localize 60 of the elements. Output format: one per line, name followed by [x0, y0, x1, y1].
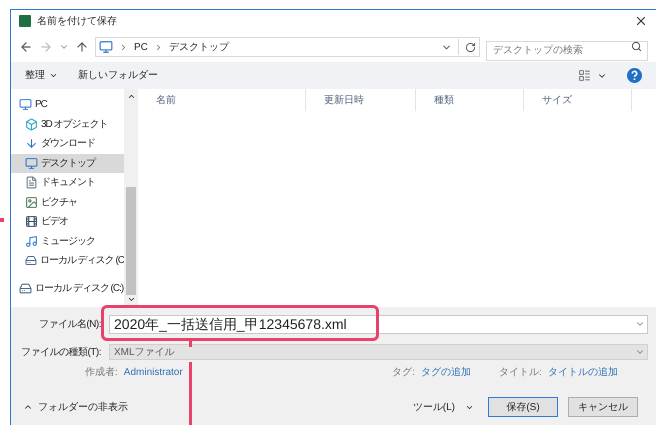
cube-icon [25, 118, 38, 131]
monitor-icon [25, 156, 38, 170]
scroll-up-icon[interactable] [126, 92, 136, 101]
sidebar-item[interactable]: PC [11, 95, 124, 114]
arrow-tip-mark [0, 218, 4, 222]
monitor-icon [99, 40, 113, 54]
window-title: 名前を付けて保存 [37, 14, 117, 28]
sidebar-item[interactable]: デスクトップ [11, 154, 124, 173]
metadata-label: タイトル: [499, 366, 542, 380]
sidebar-item[interactable]: ピクチャ [11, 192, 124, 212]
picture-icon [25, 196, 38, 209]
sidebar-item[interactable]: ローカル ディスク (C:) [11, 278, 124, 298]
organize-button[interactable]: 整理 [25, 68, 58, 83]
close-icon[interactable] [634, 14, 648, 28]
new-folder-button[interactable]: 新しいフォルダー [78, 68, 158, 83]
hide-folders-button[interactable]: フォルダーの非表示 [19, 400, 128, 414]
metadata-value[interactable]: Administrator [124, 364, 183, 380]
save-button[interactable]: 保存(S) [488, 397, 558, 417]
metadata-label: 作成者: [85, 366, 118, 380]
chevron-icon [119, 42, 128, 52]
column-header[interactable]: サイズ [524, 89, 632, 111]
metadata-label: タグ: [392, 366, 415, 380]
file-type-dropdown[interactable]: XMLファイル [109, 344, 648, 360]
document-icon [25, 176, 38, 190]
file-name-field[interactable]: 2020年_一括送信用_甲12345678.xml [109, 315, 648, 334]
metadata-value[interactable]: タグの追加 [421, 364, 471, 380]
column-header[interactable]: 更新日時 [306, 89, 416, 111]
column-header[interactable]: 名前 [138, 89, 306, 111]
field-label: ファイルの種類(T): [20, 346, 102, 360]
back-icon[interactable] [19, 40, 33, 54]
sidebar-item[interactable]: ローカル ディスク (C [11, 251, 124, 270]
sidebar-item[interactable]: ビデオ [11, 212, 124, 232]
search-icon [631, 41, 642, 52]
monitor-icon [19, 98, 32, 112]
sidebar-item[interactable]: ドキュメント [11, 173, 124, 192]
up-icon[interactable] [75, 40, 89, 54]
drive-icon [19, 282, 32, 295]
scroll-down-icon[interactable] [126, 295, 136, 304]
caret-icon [49, 71, 58, 80]
breadcrumb-item[interactable]: PC [134, 40, 148, 54]
column-header[interactable]: 種類 [416, 89, 524, 111]
refresh-icon[interactable] [465, 42, 476, 52]
tools-button[interactable]: ツール(L) [412, 400, 474, 414]
search-field[interactable]: デスクトップの検索 [486, 40, 648, 60]
address-field[interactable]: PC デスクトップ [95, 37, 480, 57]
drive-icon [25, 254, 37, 268]
help-icon[interactable] [627, 68, 642, 83]
field-label: ファイル名(N): [38, 318, 102, 332]
sidebar-item[interactable]: ミュージック [11, 232, 124, 251]
film-icon [25, 215, 38, 228]
breadcrumb-item[interactable]: デスクトップ [168, 40, 229, 54]
music-note-icon [25, 234, 38, 248]
sidebar-item[interactable]: ダウンロード [11, 134, 124, 154]
cancel-button[interactable]: キャンセル [568, 397, 638, 417]
metadata-value[interactable]: タイトルの追加 [548, 364, 618, 380]
leader-line [189, 362, 192, 425]
sidebar-item[interactable]: 3D オブジェクト [11, 114, 124, 134]
down-arrow-icon [25, 137, 38, 150]
view-options-icon[interactable] [578, 69, 591, 82]
scrollbar[interactable] [124, 89, 138, 307]
